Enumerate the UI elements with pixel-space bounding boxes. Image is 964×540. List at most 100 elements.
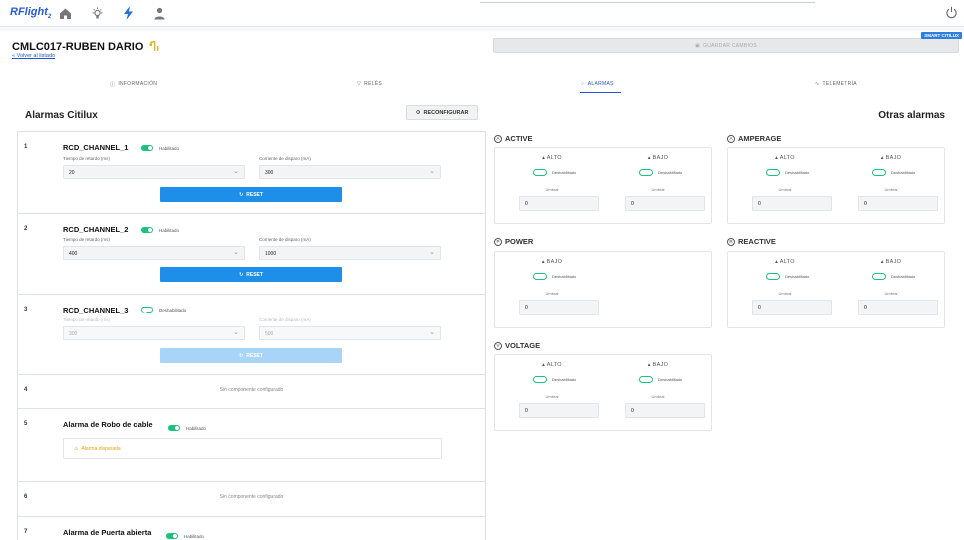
row-number: 1 [24,144,28,150]
power-icon[interactable] [945,6,958,24]
home-icon[interactable] [58,6,72,20]
alarm-warning: ⚠ Alarma disparada [63,438,442,459]
reset-button[interactable]: ↻ RESET [160,187,342,202]
toggle-label: Habilitado [186,426,207,431]
bajo-status: Deshabilitado [658,170,683,175]
refresh-icon: ↻ [239,271,244,278]
umbral-input[interactable]: 0 [752,300,832,315]
back-to-list-link[interactable]: « Volver al listado [12,53,55,59]
umbral-label: Umbral [545,187,559,192]
amperage-icon: A [727,134,735,143]
bulb-icon[interactable] [90,6,104,20]
delay-select[interactable]: 400 [63,246,245,260]
enable-toggle[interactable] [168,425,180,431]
lamp-post-icon [149,40,160,54]
smart-badge: SMART CITILUX [921,32,962,39]
enable-toggle[interactable] [141,145,153,151]
bajo-toggle[interactable] [639,376,653,383]
umbral-input[interactable]: 0 [858,300,938,315]
bajo-status: Deshabilitado [891,274,916,279]
delay-select[interactable]: 20 [63,165,245,179]
alto-toggle[interactable] [766,169,780,176]
alto-status: Deshabilitado [552,377,577,382]
refresh-icon: ↻ [239,191,244,198]
refresh-icon: ↻ [239,352,244,359]
bajo-toggle[interactable] [872,169,886,176]
alarm-name: Alarma de Puerta abierta [63,528,152,537]
umbral-label: Umbral [651,187,665,192]
umbral-label: Umbral [545,291,559,296]
row-number: 7 [24,529,28,535]
alto-toggle[interactable] [766,273,780,280]
reactive-card: ▴ ALTO Deshabilitado Umbral 0 ▴ BAJO Des… [727,251,945,328]
reset-button[interactable]: ↻ RESET [160,267,342,282]
info-icon: ⓘ [110,81,116,88]
umbral-input[interactable]: 0 [752,196,832,211]
other-alarms-title: Otras alarmas [878,110,945,121]
tab-alarmas[interactable]: ♢ ALARMAS [580,75,621,93]
umbral-input[interactable]: 0 [625,403,705,418]
alarm-row: 3 RCD_CHANNEL_3 Deshabilitado Tiempo de … [18,295,485,375]
tab-bar: ⓘ INFORMACIÓN ▽ RELÉS ♢ ALARMAS ∿ TELEMETRÍA [0,75,964,95]
active-icon: A [494,134,502,143]
alto-toggle[interactable] [533,169,547,176]
umbral-label: Umbral [778,187,792,192]
card-title-reactive: R REACTIVE [727,237,776,246]
page-title: CMLC017-RUBEN DARIO [12,40,160,54]
bajo-header: ▴ BAJO [880,259,902,265]
enable-toggle[interactable] [166,533,178,539]
tab-informacion[interactable]: ⓘ INFORMACIÓN [110,75,157,93]
user-icon[interactable] [152,6,166,20]
alto-header: ▴ ALTO [542,155,562,161]
toggle-label: Habilitado [184,534,205,539]
umbral-label: Umbral [651,394,665,399]
alto-toggle[interactable] [533,376,547,383]
umbral-input[interactable]: 0 [519,300,599,315]
warning-icon: ⚠ [74,445,79,452]
reactive-icon: R [727,237,735,246]
alarm-row: 1 RCD_CHANNEL_1 Habilitado Tiempo de ret… [18,132,485,214]
umbral-label: Umbral [545,394,559,399]
row-number: 5 [24,421,28,427]
citilux-alarms-title: Alarmas Citilux [25,110,98,121]
app-logo[interactable]: RFlight2 [10,6,51,20]
save-changes-button[interactable]: ▣ GUARDAR CAMBIOS [493,38,959,53]
umbral-label: Umbral [778,291,792,296]
alarm-row: 4 Sin componente configurado [18,375,485,409]
tab-telemetria[interactable]: ∿ TELEMETRÍA [815,75,857,93]
bajo-header: ▴ BAJO [647,155,669,161]
alto-status: Deshabilitado [785,274,810,279]
channel-name: RCD_CHANNEL_3 [63,306,129,315]
bajo-header: ▴ BAJO [647,362,669,368]
top-divider [480,2,815,3]
delay-label: Tiempo de retardo (ms) [63,317,110,322]
empty-slot-text: Sin componente configurado [219,387,284,393]
save-icon: ▣ [695,42,701,49]
enable-toggle[interactable] [141,227,153,233]
bajo-status: Deshabilitado [891,170,916,175]
umbral-input[interactable]: 0 [519,196,599,211]
bolt-icon[interactable] [121,6,135,20]
current-select[interactable]: 300 [259,165,441,179]
card-title-power: P POWER [494,237,533,246]
current-select[interactable]: 1000 [259,246,441,260]
umbral-input[interactable]: 0 [858,196,938,211]
alto-status: Deshabilitado [785,170,810,175]
umbral-input[interactable]: 0 [625,196,705,211]
card-title-voltage: V VOLTAGE [494,341,540,350]
bajo-toggle[interactable] [639,169,653,176]
umbral-input[interactable]: 0 [519,403,599,418]
alarm-row: 6 Sin componente configurado [18,482,485,517]
enable-toggle[interactable] [141,307,153,313]
tab-reles[interactable]: ▽ RELÉS [357,75,382,93]
power-card: ▴ BAJO Deshabilitado Umbral 0 [494,251,712,328]
alto-status: Deshabilitado [552,170,577,175]
voltage-icon: V [494,341,502,350]
bajo-status: Deshabilitado [552,274,577,279]
amperage-card: ▴ ALTO Deshabilitado Umbral 0 ▴ BAJO Des… [727,147,945,224]
bajo-status: Deshabilitado [658,377,683,382]
bajo-toggle[interactable] [872,273,886,280]
reconfigure-button[interactable]: ⚙ RECONFIGURAR [406,105,478,120]
bajo-toggle[interactable] [533,273,547,280]
umbral-label: Umbral [884,291,898,296]
